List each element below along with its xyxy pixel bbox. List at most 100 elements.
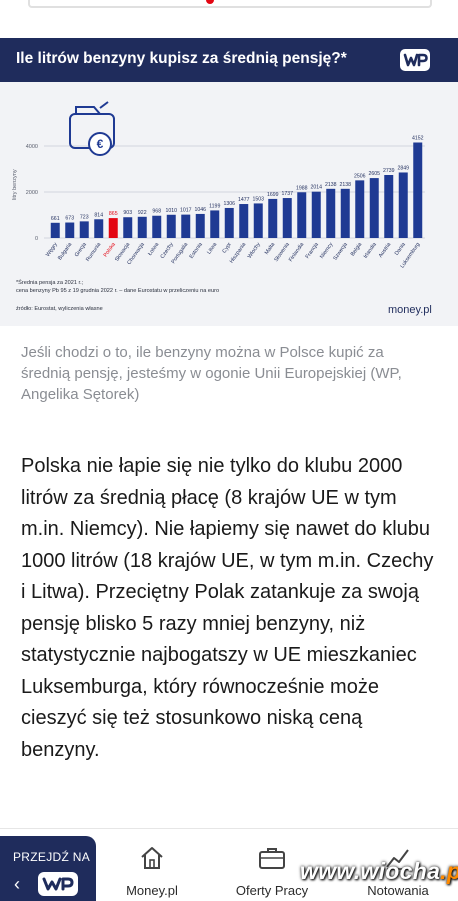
bar-Słowacja xyxy=(123,217,133,238)
category-label: Grecja xyxy=(74,242,88,258)
value-label: 1477 xyxy=(238,197,250,203)
value-label: 922 xyxy=(138,210,147,216)
bar-Portugalia xyxy=(181,214,191,238)
watermark-main: www.wiocha xyxy=(300,858,441,884)
value-label: 1503 xyxy=(252,196,264,202)
category-label: Polska xyxy=(103,242,117,259)
value-label: 2138 xyxy=(339,182,351,188)
bar-Czechy xyxy=(166,214,176,238)
value-label: 661 xyxy=(51,216,60,222)
category-label: Bułgaria xyxy=(57,242,73,262)
footnote-2: cena benzyny Pb 95 z 19 grudnia 2022 r. … xyxy=(16,288,220,294)
value-label: 968 xyxy=(152,209,161,215)
bar-Dania xyxy=(398,172,408,238)
value-label: 903 xyxy=(123,210,132,216)
bar-Austria xyxy=(384,175,394,238)
article-paragraph: Polska nie łapie się nie tylko do klubu … xyxy=(21,455,434,761)
y-axis-label: litry benzyny xyxy=(12,169,18,200)
value-label: 1199 xyxy=(209,203,220,209)
category-label: Węgry xyxy=(45,241,59,257)
source-note: źródło: Eurostat, wyliczenia własne xyxy=(16,306,103,312)
image-caption: Jeśli chodzi o to, ile benzyny można w P… xyxy=(21,344,402,403)
value-label: 865 xyxy=(109,211,118,217)
category-label: Irlandia xyxy=(363,242,378,260)
nav-label-oferty-pracy: Oferty Pracy xyxy=(235,883,309,898)
bar-Malta xyxy=(268,198,278,238)
category-label: Malta xyxy=(264,242,276,256)
category-label: Dania xyxy=(394,242,407,257)
value-label: 723 xyxy=(80,214,89,220)
nav-item-money[interactable]: Money.pl xyxy=(108,839,196,899)
top-strip xyxy=(0,0,458,10)
home-icon xyxy=(141,847,163,869)
footnote-1: *Średnia pensja za 2021 r.; xyxy=(16,280,84,286)
bar-Finlandia xyxy=(297,192,307,238)
category-label: Łotwa xyxy=(147,242,160,257)
value-label: 1988 xyxy=(296,185,308,191)
value-label: 673 xyxy=(65,216,74,222)
category-label: Szwecja xyxy=(332,242,348,262)
top-banner-edge xyxy=(28,0,432,8)
bar-Irlandia xyxy=(369,178,379,238)
chevron-left-icon: ‹ xyxy=(14,874,20,894)
bar-Rumunia xyxy=(94,219,104,238)
infographic-header: Ile litrów benzyny kupisz za średnią pen… xyxy=(0,38,458,82)
category-label: Włochy xyxy=(247,241,262,259)
category-label: Rumunia xyxy=(85,242,102,263)
category-label: Belgia xyxy=(350,242,364,258)
briefcase-icon xyxy=(259,848,285,869)
moneypl-logo-suffix: .pl xyxy=(420,304,432,316)
value-label: 2739 xyxy=(383,168,395,174)
bar-Łotwa xyxy=(152,215,162,238)
go-to-wp-button[interactable]: PRZEJDŹ NA ‹ xyxy=(0,836,96,901)
bar-Słowenia xyxy=(282,198,292,238)
y-tick-label: 0 xyxy=(35,236,38,242)
bar-Niemcy xyxy=(326,188,336,238)
value-label: 1306 xyxy=(223,201,235,207)
moneypl-logo-text: money xyxy=(388,304,421,316)
bar-Estonia xyxy=(195,213,205,238)
value-label: 2849 xyxy=(397,165,409,171)
bar-Włochy xyxy=(253,203,263,238)
bar-Chorwacja xyxy=(137,216,147,238)
value-label: 1010 xyxy=(165,208,177,214)
category-label: Francja xyxy=(305,242,320,260)
go-to-label: PRZEJDŹ NA xyxy=(13,850,91,864)
value-label: 1737 xyxy=(281,191,293,197)
value-label: 2605 xyxy=(368,171,380,177)
watermark-suffix: .pl xyxy=(440,858,458,884)
bar-Szwecja xyxy=(340,188,350,238)
value-label: 2138 xyxy=(325,182,337,188)
fuel-can-euro-icon: € xyxy=(69,101,115,156)
infographic: Ile litrów benzyny kupisz za średnią pen… xyxy=(0,38,458,326)
wp-logo-icon xyxy=(400,49,430,71)
bar-Węgry xyxy=(50,222,60,238)
value-label: 1046 xyxy=(194,207,206,213)
category-label: Litwa xyxy=(206,242,218,256)
moneypl-logo: money.pl xyxy=(388,304,432,316)
value-label: 814 xyxy=(94,212,103,218)
y-tick-label: 2000 xyxy=(26,190,38,196)
bar-Luksemburg xyxy=(413,142,423,238)
value-label: 2506 xyxy=(354,173,366,179)
bar-Hiszpania xyxy=(239,204,249,238)
bar-Cypr xyxy=(224,207,234,238)
value-label: 2014 xyxy=(310,185,322,191)
category-label: Cypr xyxy=(221,242,233,255)
svg-text:€: € xyxy=(97,137,104,151)
infographic-title: Ile litrów benzyny kupisz za średnią pen… xyxy=(16,50,347,67)
nav-label-notowania: Notowania xyxy=(367,883,429,898)
bar-Litwa xyxy=(210,210,220,238)
value-label: 4152 xyxy=(412,136,424,142)
nav-label-money: Money.pl xyxy=(126,883,178,898)
value-label: 1017 xyxy=(180,208,192,214)
bar-Polska xyxy=(108,218,118,238)
watermark: www.wiocha.pl xyxy=(300,858,458,885)
wp-logo-icon xyxy=(38,872,78,896)
value-label: 1699 xyxy=(267,192,279,198)
category-label: Austria xyxy=(378,242,393,259)
bar-Grecja xyxy=(79,221,89,238)
y-tick-label: 4000 xyxy=(26,144,38,150)
category-label: Estonia xyxy=(189,242,204,260)
bar-Francja xyxy=(311,191,321,238)
